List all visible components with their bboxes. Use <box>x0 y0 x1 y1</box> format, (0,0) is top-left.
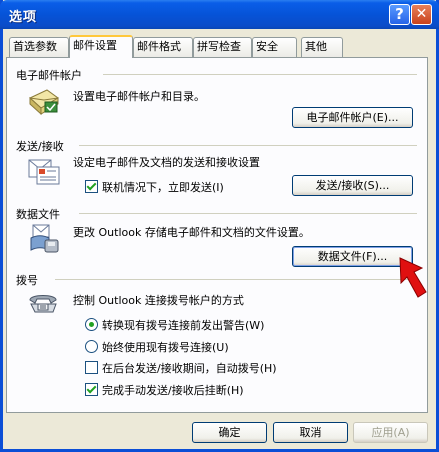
hangup-after-manual-checkbox[interactable]: 完成手动发送/接收后挂断(H) <box>85 382 244 398</box>
data-files-icon <box>30 224 59 253</box>
data-files-description: 更改 Outlook 存储电子邮件和文档的文件设置。 <box>73 226 310 239</box>
send-receive-description: 设定电子邮件及文档的发送和接收设置 <box>73 156 260 169</box>
send-immediately-label: 联机情况下，立即发送(I) <box>102 181 224 194</box>
section-divider <box>79 145 417 146</box>
always-use-existing-radio[interactable]: 始终使用现有拨号连接(U) <box>85 339 229 355</box>
section-divider <box>79 213 417 214</box>
tab-other[interactable]: 其他 <box>301 37 343 57</box>
warn-before-switch-radio[interactable]: 转换现有拨号连接前发出警告(W) <box>85 317 264 333</box>
tab-mail-setup[interactable]: 邮件设置 <box>69 35 133 58</box>
section-divider <box>55 279 417 280</box>
telephone-icon <box>29 295 57 313</box>
auto-dial-label: 在后台发送/接收期间，自动拨号(H) <box>102 362 277 375</box>
title-bar[interactable]: 选项 ? ✕ <box>0 0 439 29</box>
radio-dot[interactable] <box>85 340 98 353</box>
radio-dot[interactable] <box>85 318 98 331</box>
checkbox-box[interactable] <box>85 361 98 374</box>
ok-button[interactable]: 确定 <box>192 422 267 443</box>
section-divider <box>103 74 417 75</box>
dialup-section-title: 拨号 <box>16 274 38 287</box>
send-receive-section-title: 发送/接收 <box>16 140 64 153</box>
tab-preferences[interactable]: 首选参数 <box>9 37 69 57</box>
cancel-button[interactable]: 取消 <box>273 422 348 443</box>
tab-spelling[interactable]: 拼写检查 <box>193 37 252 57</box>
data-files-button[interactable]: 数据文件(F)... <box>292 246 413 267</box>
email-accounts-button[interactable]: 电子邮件帐户(E)... <box>292 107 413 128</box>
mail-setup-panel: 电子邮件帐户 设置电子邮件帐户和目录。 电子邮件帐户(E)... 发送/接收 设… <box>6 57 428 413</box>
send-immediately-checkbox[interactable]: 联机情况下，立即发送(I) <box>85 179 224 195</box>
red-arrow-icon <box>399 257 427 298</box>
tab-security[interactable]: 安全 <box>252 37 297 57</box>
warn-before-switch-label: 转换现有拨号连接前发出警告(W) <box>102 319 265 332</box>
mail-account-icon <box>29 89 59 116</box>
apply-button[interactable]: 应用(A) <box>353 422 428 443</box>
data-files-section-title: 数据文件 <box>16 208 60 221</box>
dialup-description: 控制 Outlook 连接拨号帐户的方式 <box>73 294 244 307</box>
email-accounts-description: 设置电子邮件帐户和目录。 <box>73 90 205 103</box>
always-use-existing-label: 始终使用现有拨号连接(U) <box>102 341 229 354</box>
checkbox-box[interactable] <box>85 180 98 193</box>
window-title: 选项 <box>9 10 38 25</box>
close-button[interactable]: ✕ <box>411 4 432 25</box>
auto-dial-checkbox[interactable]: 在后台发送/接收期间，自动拨号(H) <box>85 360 277 376</box>
email-accounts-section-title: 电子邮件帐户 <box>16 69 82 82</box>
help-button[interactable]: ? <box>389 4 410 25</box>
tab-mail-format[interactable]: 邮件格式 <box>133 37 193 57</box>
hangup-after-manual-label: 完成手动发送/接收后挂断(H) <box>102 384 244 397</box>
send-receive-button[interactable]: 发送/接收(S)... <box>292 175 413 196</box>
checkbox-box[interactable] <box>85 383 98 396</box>
send-receive-icon <box>28 159 60 185</box>
